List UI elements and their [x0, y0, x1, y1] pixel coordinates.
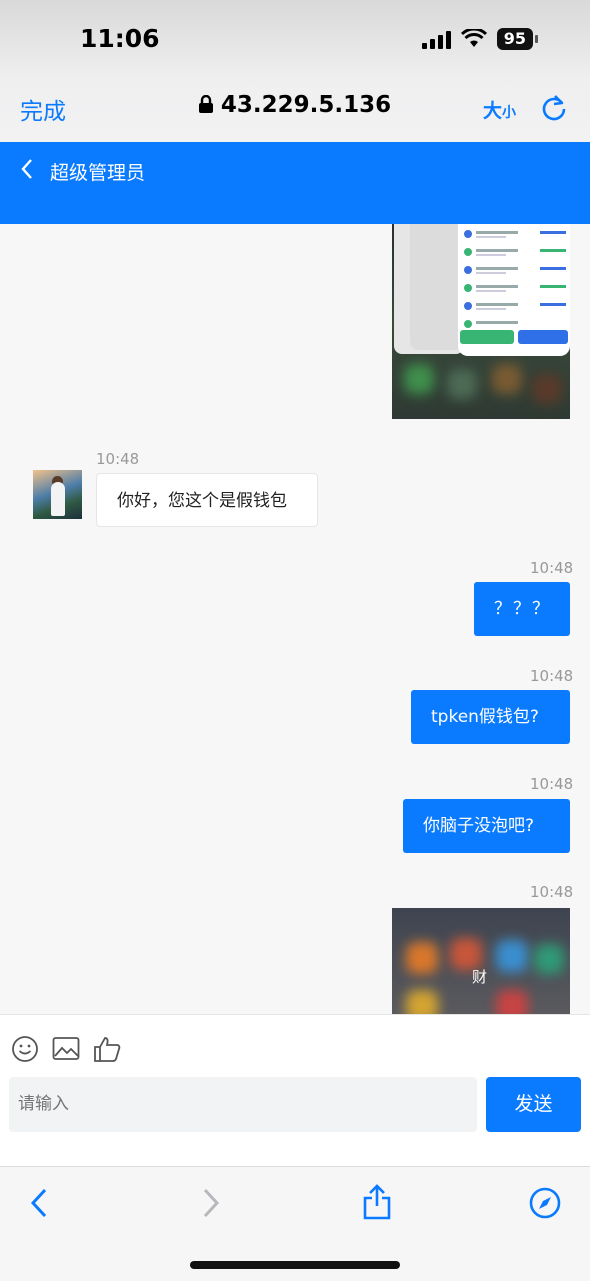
incoming-message: 你好，您这个是假钱包	[96, 473, 318, 527]
safari-top-chrome: 11:06 95 完成 43.229.5.136 大小	[0, 0, 590, 142]
outgoing-message: ？？？	[474, 582, 570, 636]
text-size-button[interactable]: 大小	[483, 96, 516, 123]
chevron-left-icon[interactable]	[28, 1187, 50, 1219]
battery-tip	[535, 35, 538, 43]
message-composer: 发送	[0, 1014, 590, 1167]
cellular-signal-icon	[421, 29, 451, 49]
page-title: 超级管理员	[50, 162, 146, 184]
compass-icon[interactable]	[529, 1187, 561, 1219]
text-size-small: 小	[502, 105, 517, 121]
battery-indicator: 95	[496, 28, 533, 50]
wifi-icon	[460, 29, 487, 47]
share-icon[interactable]	[362, 1183, 392, 1221]
text-size-large: 大	[483, 100, 503, 122]
lock-icon	[198, 94, 213, 113]
message-time: 10:48	[96, 450, 140, 468]
message-time: 10:48	[530, 775, 574, 793]
outgoing-message: tpken假钱包?	[411, 690, 570, 744]
status-icons: 95	[421, 28, 538, 50]
thumbs-up-icon[interactable]	[93, 1035, 121, 1063]
screenshot-wallet-list	[458, 224, 570, 356]
avatar[interactable]	[33, 470, 82, 519]
chevron-left-icon[interactable]	[20, 158, 34, 180]
url-text: 43.229.5.136	[220, 92, 392, 118]
message-time: 10:48	[530, 559, 574, 577]
image-message[interactable]	[392, 224, 570, 419]
chevron-right-icon[interactable]	[200, 1187, 222, 1219]
home-indicator	[190, 1261, 400, 1269]
chat-area[interactable]: 10:48 你好，您这个是假钱包 10:48 ？？？ 10:48 tpken假钱…	[0, 224, 590, 1014]
status-time: 11:06	[80, 24, 160, 53]
message-time: 10:48	[530, 883, 574, 901]
emoji-icon[interactable]	[11, 1035, 39, 1063]
message-time: 10:48	[530, 667, 574, 685]
send-button[interactable]: 发送	[486, 1077, 581, 1132]
image-message[interactable]: 财	[392, 908, 570, 1014]
outgoing-message: 你脑子没泡吧?	[403, 799, 570, 853]
image-caption: 财	[472, 968, 488, 986]
reload-icon[interactable]	[540, 94, 568, 122]
message-input[interactable]	[9, 1077, 477, 1132]
image-icon[interactable]	[52, 1035, 80, 1063]
